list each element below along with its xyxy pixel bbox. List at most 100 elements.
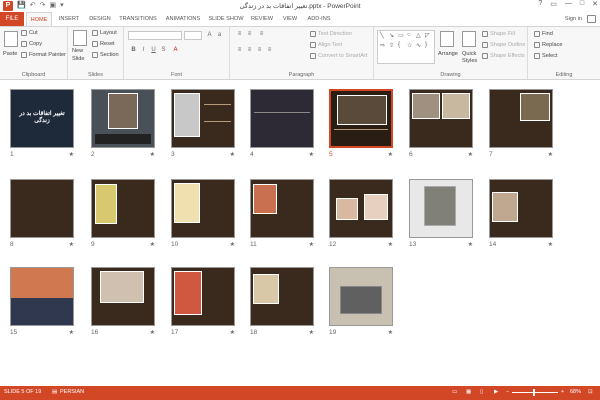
tab-design[interactable]: DESIGN [86,12,114,26]
slide-preview[interactable] [329,89,393,148]
tab-transitions[interactable]: TRANSITIONS [117,12,159,26]
sign-in-link[interactable]: Sign in [565,12,582,26]
brace-shape-icon[interactable]: { [398,42,400,48]
align-center-icon[interactable]: ≡ [246,47,253,54]
slide-preview[interactable] [250,89,314,148]
indent-icon[interactable]: ≡ [258,31,265,38]
close-icon[interactable]: ✕ [592,0,598,8]
rightarrow-shape-icon[interactable]: ⇨ [380,42,385,49]
quick-styles-button[interactable]: Quick [462,51,476,57]
reset-button[interactable]: Reset [92,41,115,47]
slide-thumbnail-17[interactable]: 17 ★ [171,267,235,336]
slide-preview[interactable] [329,179,393,238]
new-slide-button-line2[interactable]: Slide [72,56,84,62]
slide-thumbnail-8[interactable]: 8 ★ [10,179,74,248]
callout-shape-icon[interactable]: ◸ [425,32,430,39]
new-slide-icon[interactable] [73,30,87,46]
quick-styles-icon[interactable] [462,31,476,47]
tab-file[interactable]: FILE [0,12,24,26]
fit-slide-icon[interactable]: ⊡ [588,389,593,395]
slide-preview[interactable] [409,89,473,148]
zoom-in-button[interactable]: + [561,389,564,395]
oval-shape-icon[interactable]: ○ [407,32,411,38]
shape-effects-button[interactable]: Shape Effects [482,53,525,59]
cut-button[interactable]: Cut [21,30,38,36]
normal-view-icon[interactable]: ▭ [452,389,457,395]
slide-thumbnail-10[interactable]: 10 ★ [171,179,235,248]
minimize-icon[interactable]: — [565,0,572,8]
quick-styles-button-line2[interactable]: Styles [462,58,477,64]
zoom-out-button[interactable]: − [506,389,509,395]
slide-thumbnail-5[interactable]: 5 ★ [329,89,393,158]
select-button[interactable]: Select [534,53,558,59]
slide-preview[interactable] [171,267,235,326]
slide-preview[interactable] [91,179,155,238]
bullets-icon[interactable]: ≡ [236,31,243,38]
slide-thumbnail-2[interactable]: 2 ★ [91,89,155,158]
slide-thumbnail-7[interactable]: 7 ★ [489,89,553,158]
convert-smartart-button[interactable]: Convert to SmartArt [310,53,367,59]
slide-preview[interactable] [10,267,74,326]
shapes-gallery[interactable]: ╲ ↘ ▭ ○ △ ◸ ⇨ ⇧ { ☆ ∿ } [377,30,435,64]
rect-shape-icon[interactable]: ▭ [398,32,404,39]
shape-fill-button[interactable]: Shape Fill [482,31,515,37]
zoom-slider-handle[interactable] [533,389,535,396]
slide-preview[interactable] [91,267,155,326]
bracket-shape-icon[interactable]: } [425,42,427,48]
slide-thumbnail-3[interactable]: 3 ★ [171,89,235,158]
numbering-icon[interactable]: ≡ [246,31,253,38]
text-direction-button[interactable]: Text Direction [310,31,352,37]
slide-thumbnail-4[interactable]: 4 ★ [250,89,314,158]
slide-preview[interactable] [489,89,553,148]
copy-button[interactable]: Copy [21,41,42,47]
slide-thumbnail-6[interactable]: 6 ★ [409,89,473,158]
tab-slide-show[interactable]: SLIDE SHOW [208,12,244,26]
account-icon[interactable] [587,15,596,23]
justify-icon[interactable]: ≡ [266,47,273,54]
slide-thumbnail-12[interactable]: 12 ★ [329,179,393,248]
shrink-font-icon[interactable]: a [216,32,223,39]
slide-preview[interactable] [171,89,235,148]
slide-preview[interactable] [250,267,314,326]
proofing-icon[interactable]: ▤ [52,389,57,395]
shadow-icon[interactable]: S [160,47,167,54]
new-slide-button[interactable]: New [72,48,83,54]
section-button[interactable]: Section [92,52,119,58]
format-painter-button[interactable]: Format Painter [21,52,66,58]
tab-animations[interactable]: ANIMATIONS [162,12,204,26]
uparrow-shape-icon[interactable]: ⇧ [389,42,394,49]
tab-view[interactable]: VIEW [279,12,301,26]
tab-add-ins[interactable]: ADD-INS [304,12,334,26]
zoom-slider[interactable] [512,392,558,393]
arrange-icon[interactable] [440,31,454,47]
slide-preview[interactable] [91,89,155,148]
shape-outline-button[interactable]: Shape Outline [482,42,525,48]
slide-thumbnail-15[interactable]: 15 ★ [10,267,74,336]
slide-thumbnail-14[interactable]: 14 ★ [489,179,553,248]
slide-preview[interactable] [409,179,473,238]
slide-preview[interactable] [329,267,393,326]
triangle-shape-icon[interactable]: △ [416,32,421,39]
grow-font-icon[interactable]: A [206,32,213,39]
font-name-field[interactable] [128,31,182,40]
curve-shape-icon[interactable]: ∿ [416,42,421,49]
slide-thumbnail-16[interactable]: 16 ★ [91,267,155,336]
zoom-level[interactable]: 68% [570,389,581,395]
find-button[interactable]: Find [534,31,553,37]
help-icon[interactable]: ? [538,0,542,8]
slide-thumbnail-9[interactable]: 9 ★ [91,179,155,248]
slide-preview[interactable] [489,179,553,238]
slideshow-view-icon[interactable]: ▶ [494,389,498,395]
font-size-field[interactable] [184,31,202,40]
slide-preview[interactable] [250,179,314,238]
align-right-icon[interactable]: ≡ [256,47,263,54]
align-left-icon[interactable]: ≡ [236,47,243,54]
tab-home[interactable]: HOME [26,12,52,26]
language-status[interactable]: PERSIAN [60,389,84,395]
underline-icon[interactable]: U [150,47,157,54]
slide-thumbnail-13[interactable]: 13 ★ [409,179,473,248]
slide-thumbnail-19[interactable]: 19 ★ [329,267,393,336]
replace-button[interactable]: Replace [534,42,563,48]
slide-preview[interactable] [10,179,74,238]
tab-review[interactable]: REVIEW [248,12,276,26]
